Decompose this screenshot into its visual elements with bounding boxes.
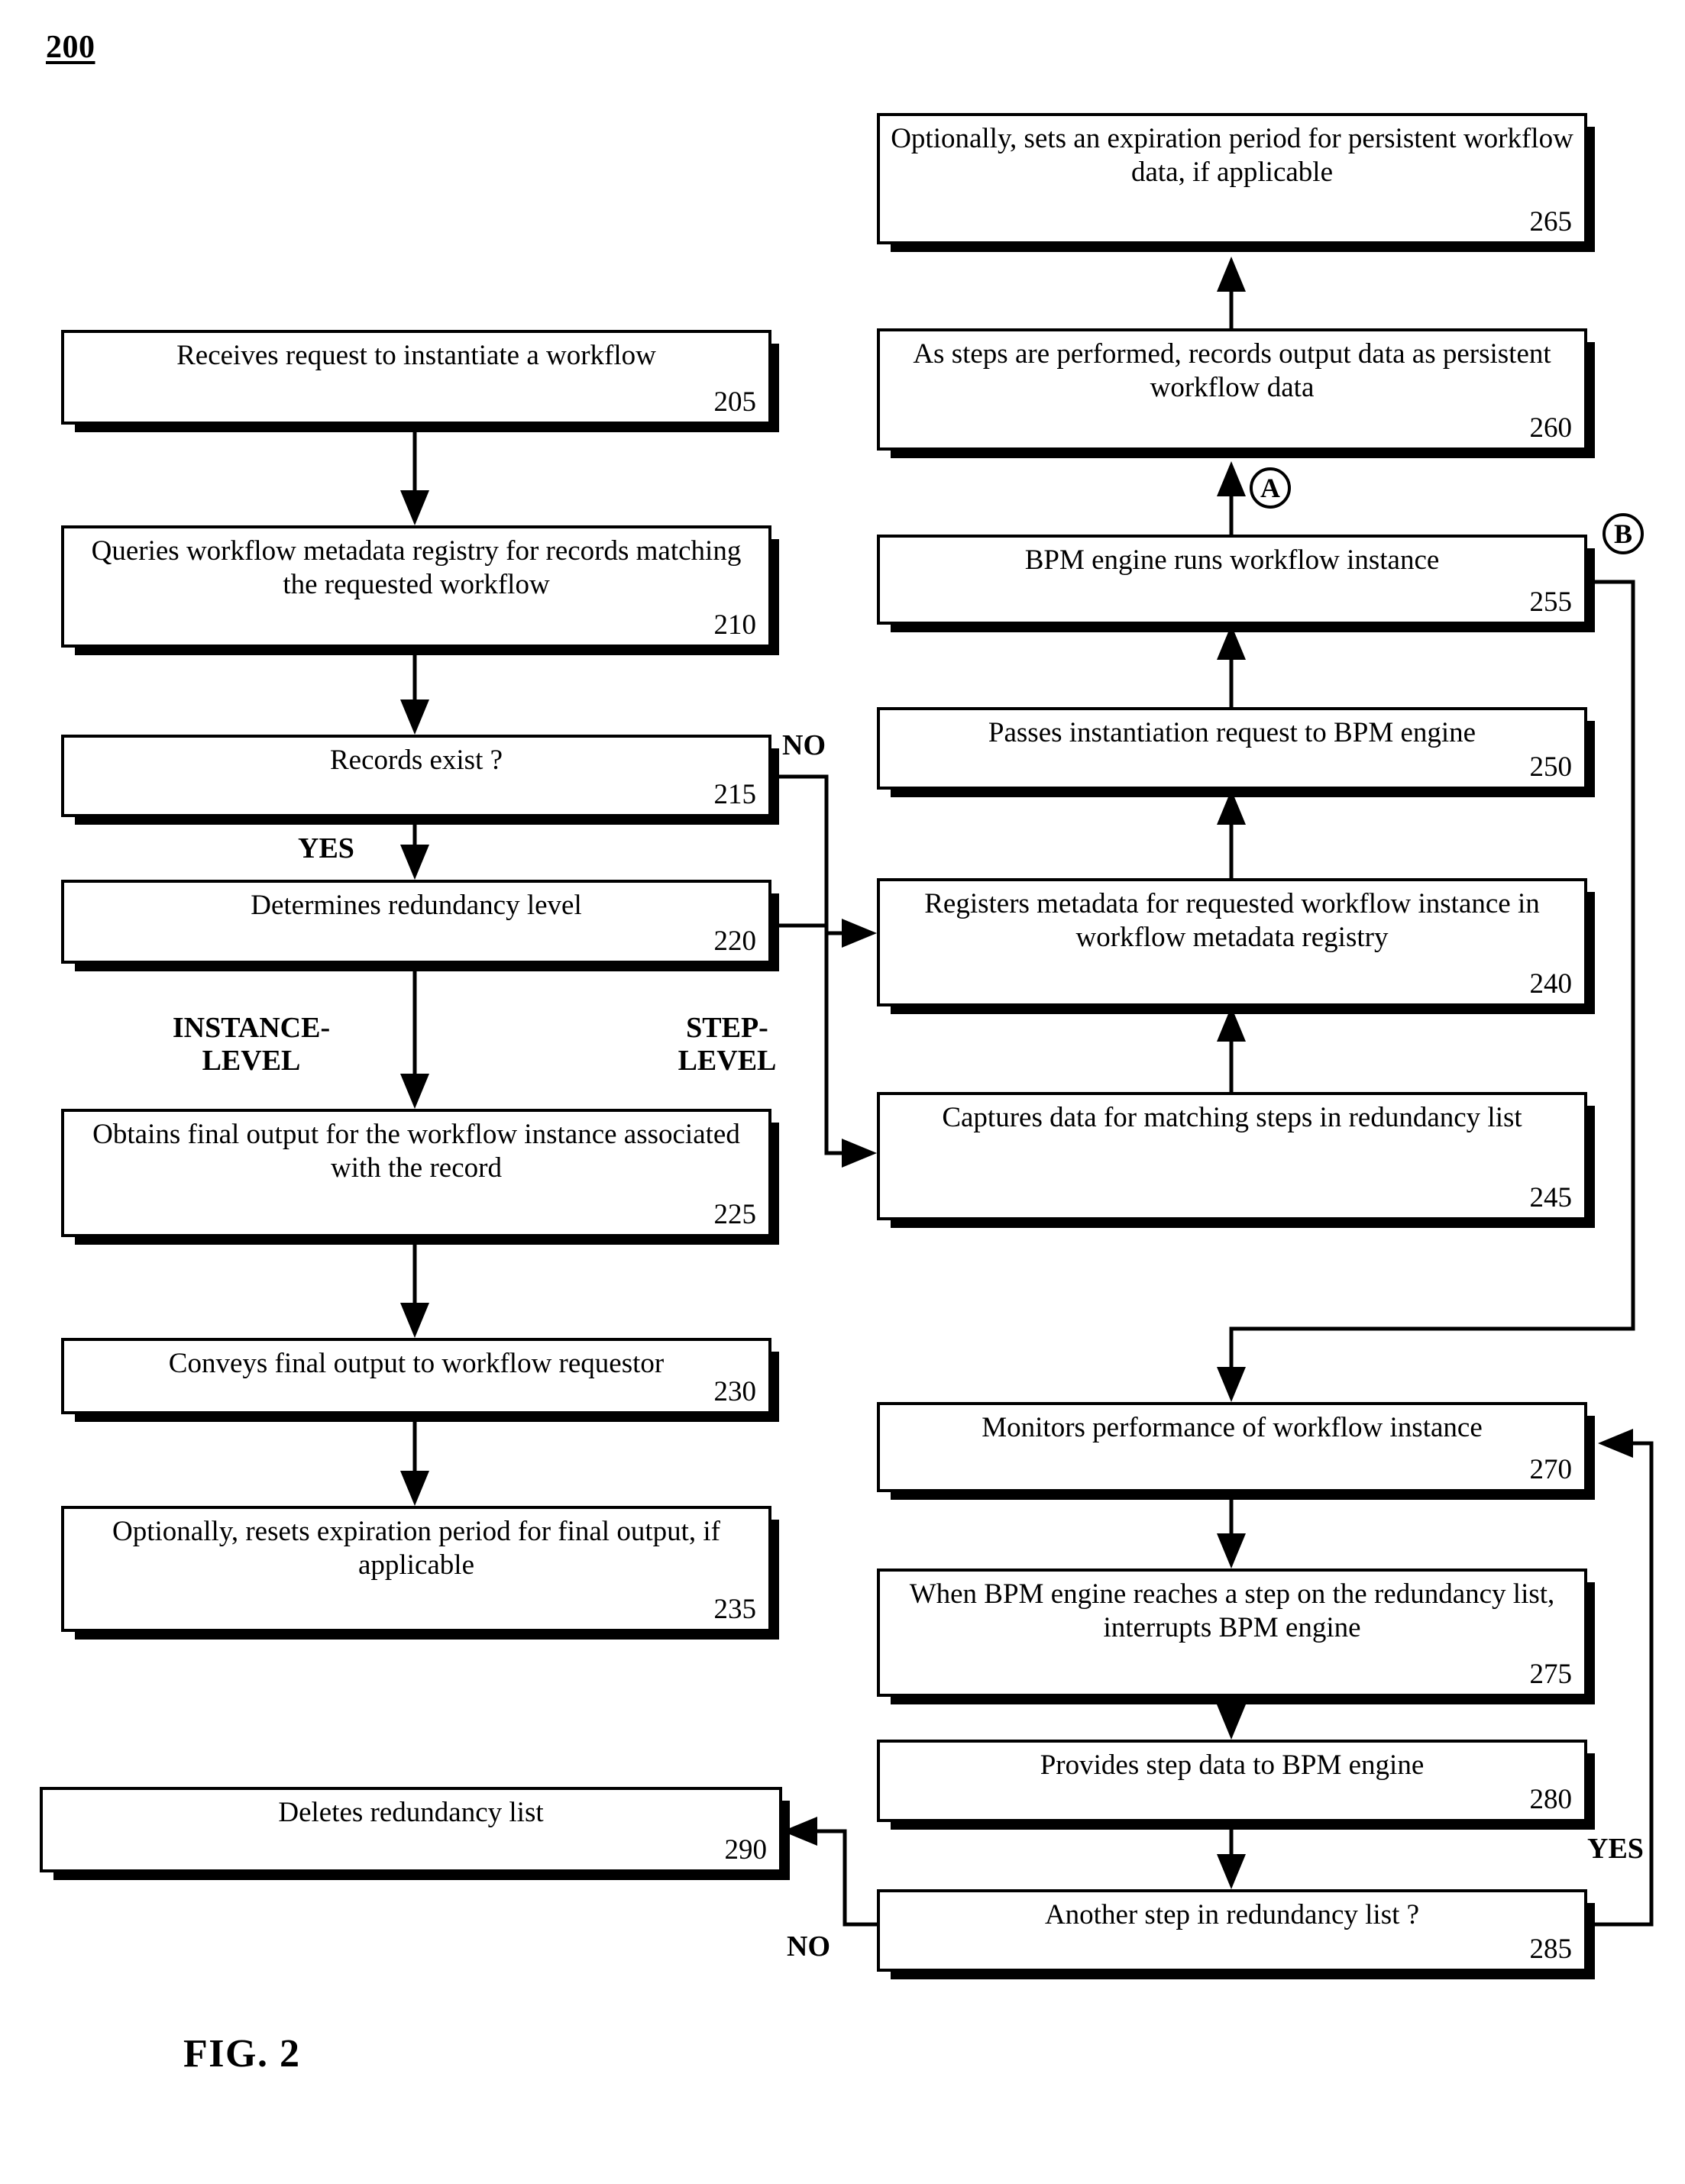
box-text-205: Receives request to instantiate a workfl… (176, 340, 656, 371)
process-box-210: Queries workflow metadata registry for r… (61, 525, 779, 655)
box-text-225: Obtains final output for the workflow in… (92, 1119, 740, 1184)
process-box-245: Captures data for matching steps in redu… (877, 1092, 1595, 1228)
box-ref-265: 265 (1529, 206, 1573, 238)
decision-box-215: Records exist ? 215 (61, 735, 779, 825)
box-ref-215: 215 (713, 779, 757, 811)
box-ref-245: 245 (1529, 1182, 1573, 1214)
box-ref-260: 260 (1529, 412, 1573, 444)
box-ref-255: 255 (1529, 586, 1573, 619)
box-text-255: BPM engine runs workflow instance (1024, 544, 1440, 576)
box-text-275: When BPM engine reaches a step on the re… (909, 1578, 1555, 1643)
process-box-275: When BPM engine reaches a step on the re… (877, 1569, 1595, 1704)
flow-label-step-level: STEP- LEVEL (678, 1012, 777, 1077)
flow-label-instance-level: INSTANCE- LEVEL (172, 1012, 331, 1077)
process-box-255: BPM engine runs workflow instance 255 (877, 535, 1595, 632)
process-box-230: Conveys final output to workflow request… (61, 1338, 779, 1422)
process-box-235: Optionally, resets expiration period for… (61, 1506, 779, 1640)
box-ref-220: 220 (713, 926, 757, 958)
box-text-270: Monitors performance of workflow instanc… (982, 1412, 1483, 1443)
box-text-215: Records exist ? (329, 745, 503, 776)
process-box-205: Receives request to instantiate a workfl… (61, 330, 779, 432)
figure-caption: FIG. 2 (183, 2032, 301, 2076)
flow-label-yes-285: YES (1587, 1833, 1644, 1865)
figure-number: 200 (46, 30, 95, 65)
process-box-290: Deletes redundancy list 290 (40, 1787, 790, 1880)
box-ref-225: 225 (713, 1199, 757, 1231)
flow-label-no-215: NO (782, 729, 826, 761)
decision-box-220: Determines redundancy level 220 (61, 880, 779, 971)
process-box-225: Obtains final output for the workflow in… (61, 1109, 779, 1245)
box-ref-270: 270 (1529, 1454, 1573, 1486)
box-ref-290: 290 (724, 1834, 768, 1866)
process-box-270: Monitors performance of workflow instanc… (877, 1402, 1595, 1500)
process-box-265: Optionally, sets an expiration period fo… (877, 113, 1595, 252)
connector-circle-b: B (1603, 513, 1644, 554)
connector-circle-a: A (1250, 467, 1291, 509)
flow-label-yes-215: YES (298, 832, 354, 864)
patent-figure-200: 200 Receives request to instantiate a wo… (0, 0, 1685, 2184)
box-text-250: Passes instantiation request to BPM engi… (988, 717, 1476, 748)
process-box-280: Provides step data to BPM engine 280 (877, 1740, 1595, 1830)
box-ref-230: 230 (713, 1376, 757, 1408)
flow-label-no-285: NO (787, 1930, 830, 1963)
decision-box-285: Another step in redundancy list ? 285 (877, 1889, 1595, 1979)
box-text-265: Optionally, sets an expiration period fo… (891, 123, 1573, 188)
process-box-250: Passes instantiation request to BPM engi… (877, 707, 1595, 797)
box-text-230: Conveys final output to workflow request… (168, 1348, 665, 1379)
box-text-285: Another step in redundancy list ? (1044, 1899, 1420, 1930)
process-box-240: Registers metadata for requested workflo… (877, 878, 1595, 1014)
box-ref-280: 280 (1529, 1784, 1573, 1816)
box-ref-240: 240 (1529, 968, 1573, 1000)
box-text-280: Provides step data to BPM engine (1040, 1749, 1425, 1781)
box-ref-285: 285 (1529, 1934, 1573, 1966)
box-text-245: Captures data for matching steps in redu… (942, 1102, 1522, 1133)
box-ref-235: 235 (713, 1594, 757, 1626)
box-ref-250: 250 (1529, 751, 1573, 783)
box-text-220: Determines redundancy level (251, 890, 582, 921)
box-text-260: As steps are performed, records output d… (913, 338, 1551, 403)
box-text-210: Queries workflow metadata registry for r… (91, 535, 742, 600)
box-ref-205: 205 (713, 386, 757, 418)
box-ref-210: 210 (713, 609, 757, 641)
box-text-240: Registers metadata for requested workflo… (924, 888, 1540, 953)
box-ref-275: 275 (1529, 1659, 1573, 1691)
box-text-290: Deletes redundancy list (278, 1797, 544, 1828)
box-text-235: Optionally, resets expiration period for… (112, 1516, 720, 1581)
process-box-260: As steps are performed, records output d… (877, 328, 1595, 458)
